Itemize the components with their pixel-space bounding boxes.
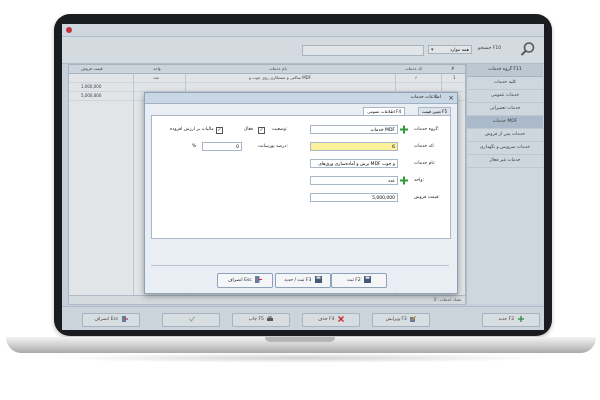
save-icon — [314, 276, 322, 283]
group-field[interactable]: خدمات MDF — [310, 125, 398, 134]
percent-sign: % — [192, 144, 197, 149]
dialog-tabs: تعیین قیمت F5 اطلاعات عمومی F4 — [331, 107, 451, 116]
code-field[interactable]: 6 — [310, 142, 398, 151]
save-button[interactable]: ثبت F2 — [331, 273, 387, 288]
service-info-dialog: اطلاعات خدمات × تعیین قیمت F5 اطلاعات عم… — [144, 92, 458, 294]
name-label: نام خدمات: — [414, 161, 436, 166]
save-new-button[interactable]: ثبت / جدید F3 — [275, 273, 331, 288]
app-screen: ▾ همه موارد جستجو F10 قیمت فروش واحد نام… — [62, 24, 544, 330]
price-label: قیمت فروش: — [414, 195, 440, 200]
close-icon[interactable]: × — [448, 94, 454, 102]
group-label: گروه خدمات: — [414, 127, 440, 132]
price-field[interactable]: 5,000,000 — [310, 193, 398, 202]
vat-checkbox[interactable]: ✓ — [216, 127, 223, 134]
percent-field[interactable]: 0 — [202, 142, 242, 151]
percent-label: درصد پورسانت: — [258, 144, 288, 149]
laptop-notch — [265, 337, 335, 342]
status-checkbox[interactable]: ✓ — [258, 127, 265, 134]
name-field[interactable]: برش و آماده‌سازی ورق‌های MDF و چوب — [310, 159, 398, 168]
plus-icon[interactable] — [400, 125, 408, 134]
dialog-cancel-button-label: انصراف Esc — [227, 278, 252, 283]
code-label: کد خدمات: — [414, 144, 435, 149]
status-label: وضعیت: — [272, 127, 288, 132]
general-info-panel: گروه خدمات: خدمات MDF وضعیت: ✓ فعال ✓ ما… — [151, 115, 451, 239]
save-button-label: ثبت F2 — [346, 278, 361, 283]
save-icon — [364, 276, 372, 283]
status-value: فعال — [244, 127, 253, 132]
unit-label: واحد: — [414, 178, 425, 183]
dialog-cancel-button[interactable]: انصراف Esc — [217, 273, 273, 288]
dialog-title: اطلاعات خدمات — [410, 95, 441, 100]
unit-field[interactable]: عدد — [310, 176, 398, 185]
vat-label: مالیات بر ارزش افزوده — [170, 127, 214, 132]
exit-icon — [255, 276, 263, 283]
laptop-shadow — [50, 353, 550, 363]
dialog-divider — [151, 265, 449, 266]
dialog-titlebar: اطلاعات خدمات × — [145, 93, 457, 104]
plus-icon[interactable] — [400, 176, 408, 185]
save-new-button-label: ثبت / جدید F3 — [284, 278, 312, 283]
